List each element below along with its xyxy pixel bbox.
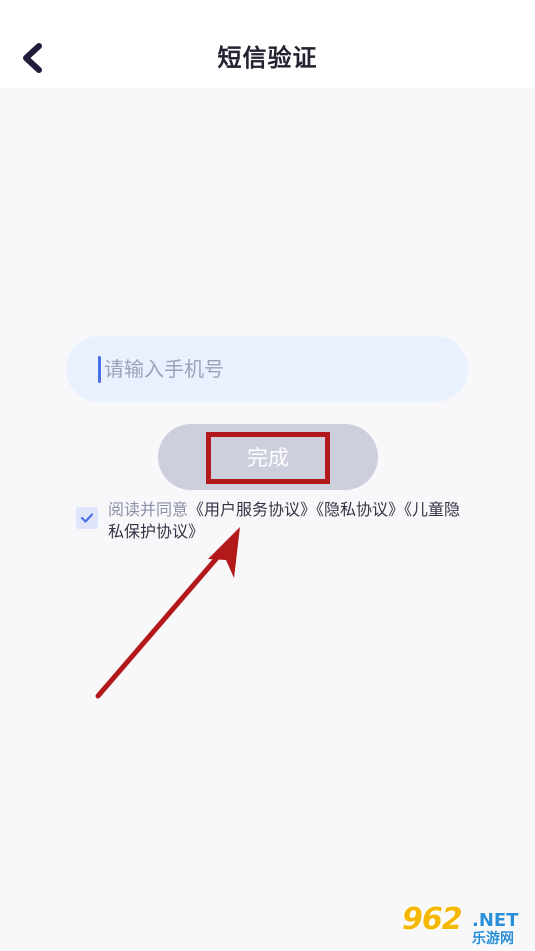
text-caret (98, 356, 101, 383)
annotation-highlight-box (206, 432, 330, 484)
phone-input[interactable] (104, 336, 444, 402)
phone-field[interactable] (66, 336, 468, 402)
watermark-number: 962 (402, 902, 463, 937)
agreement-checkbox[interactable] (76, 507, 98, 529)
watermark-logo: 962 .NET 乐游网 (398, 902, 530, 948)
agreement-text: 阅读并同意《用户服务协议》《隐私协议》《儿童隐私保护协议》 (108, 499, 468, 543)
privacy-agreement-link[interactable]: 《隐私协议》 (316, 500, 404, 519)
agreement-prefix: 阅读并同意 (108, 500, 189, 519)
checkmark-icon (80, 513, 94, 523)
page-title: 短信验证 (217, 44, 318, 72)
header: 短信验证 (0, 0, 535, 88)
watermark-site: 乐游网 (472, 931, 514, 947)
user-service-agreement-link[interactable]: 《用户服务协议》 (188, 500, 316, 519)
